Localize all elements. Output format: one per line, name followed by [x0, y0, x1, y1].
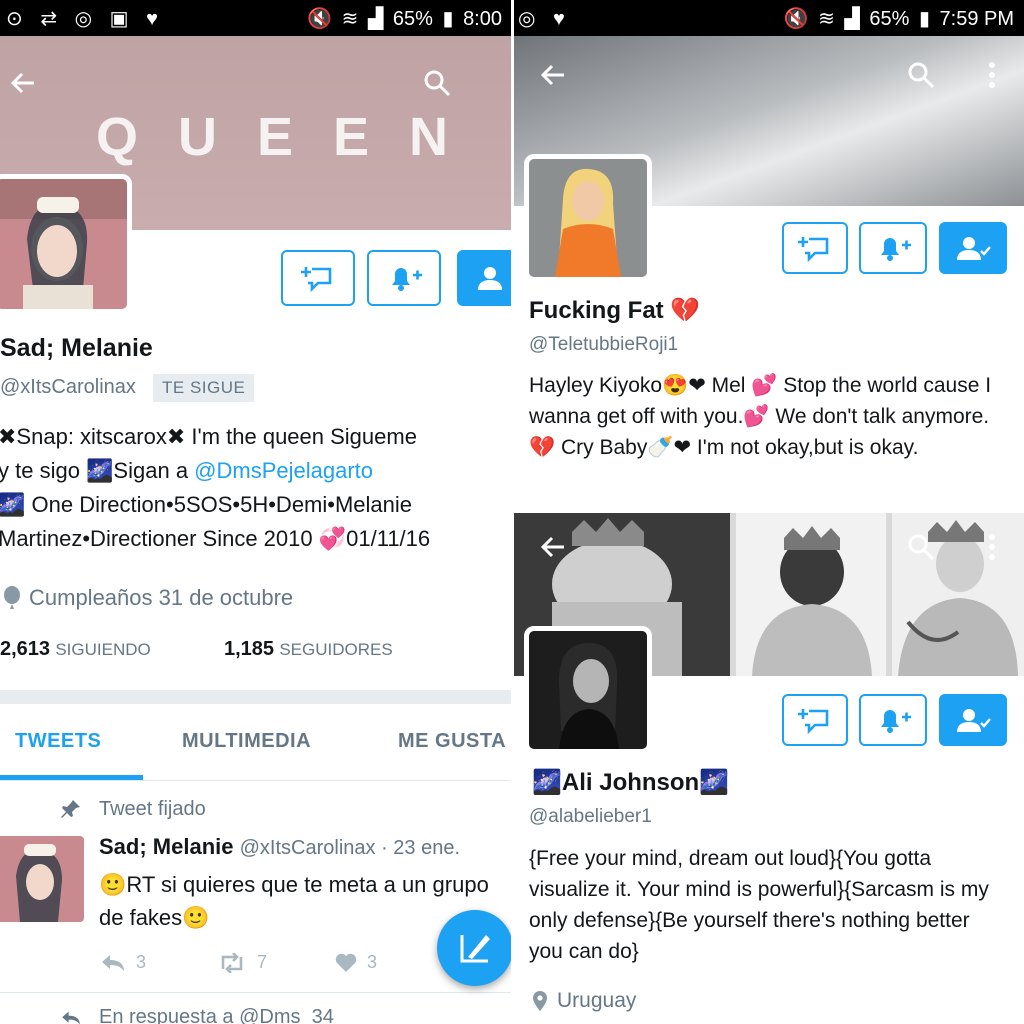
profile-handle: @alabelieber1: [529, 806, 652, 827]
back-arrow-icon[interactable]: [538, 60, 568, 90]
tab-multimedia[interactable]: MULTIMEDIA: [182, 730, 311, 753]
avatar[interactable]: [0, 174, 132, 314]
tweet-handle-date: @xItsCarolinax · 23 ene.: [239, 837, 461, 859]
bio-line: ✖Snap: xitscarox✖ I'm the queen Sigueme: [0, 424, 417, 449]
retweet-button[interactable]: [782, 694, 848, 746]
follows-you-badge: TE SIGUE: [153, 374, 255, 402]
heart-icon: [335, 953, 357, 972]
banner-text: QUEEN: [96, 107, 489, 167]
reply-icon: [102, 954, 124, 971]
retweet-count: 7: [257, 952, 268, 972]
divider: [0, 780, 512, 781]
retweet-button[interactable]: [782, 222, 848, 274]
retweet-action[interactable]: 7: [217, 952, 267, 973]
avatar[interactable]: [524, 626, 652, 754]
mute-icon: 🔇: [783, 8, 809, 30]
tweet-author[interactable]: Sad; Melanie @xItsCarolinax · 23 ene.: [99, 834, 460, 860]
status-bar: ◎ ♥ 🔇 ≋ ▟ 65% ▮ 7:59 PM: [512, 0, 1024, 36]
followers-number: 1,185: [224, 638, 275, 660]
back-arrow-icon[interactable]: [8, 68, 38, 98]
following-button[interactable]: [939, 694, 1007, 746]
search-icon[interactable]: [906, 60, 936, 90]
notification-icons: ⊙ ⇄ ◎ ▣ ♥: [6, 8, 164, 30]
bio-line: 🌌 One Direction•5SOS•5H•Demi•Melanie: [0, 492, 413, 517]
signal-icon: ▟: [844, 8, 860, 30]
followers-label: SEGUIDORES: [279, 640, 393, 659]
signal-icon: ▟: [367, 8, 384, 30]
compose-icon: [460, 935, 490, 963]
bio-line: Martinez•Directioner Since 2010 💞01/11/1…: [0, 526, 431, 551]
mention-link[interactable]: @DmsPejelagarto: [194, 458, 373, 483]
following-label: SIGUIENDO: [55, 640, 151, 659]
profile-bio: {Free your mind, dream out loud}{You got…: [529, 847, 989, 963]
reply-context-icon: [60, 1010, 82, 1024]
like-count: 3: [367, 952, 378, 972]
compose-tweet-button[interactable]: [437, 910, 512, 986]
profile-handle: @TeletubbieRoji1: [529, 334, 679, 355]
notifications-button[interactable]: [859, 222, 927, 274]
profile-handle: @xItsCarolinax: [0, 376, 136, 398]
following-count[interactable]: 2,613 SIGUIENDO: [0, 638, 151, 661]
reply-context: En respuesta a @Dms_34: [99, 1006, 334, 1024]
tab-likes[interactable]: ME GUSTA: [398, 730, 506, 753]
tab-tweets[interactable]: TWEETS: [15, 730, 101, 753]
followers-count[interactable]: 1,185 SEGUIDORES: [224, 638, 393, 661]
profile-screen-left: ⊙ ⇄ ◎ ▣ ♥ 🔇 ≋ ▟ 65% ▮ 8:00 QUEEN Sad; Me…: [0, 0, 512, 1024]
retweet-button[interactable]: [281, 250, 355, 306]
profile-bio: Hayley Kiyoko😍❤ Mel 💕 Stop the world cau…: [529, 374, 992, 459]
profile-screen-top-right: ◎ ♥ 🔇 ≋ ▟ 65% ▮ 7:59 PM Fucking Fat 💔 @T…: [512, 0, 1024, 512]
pin-icon: [60, 798, 82, 825]
status-right: 🔇 ≋ ▟ 65% ▮ 7:59 PM: [780, 6, 1014, 31]
wifi-icon: ≋: [341, 8, 359, 30]
profile-name: 🌌Ali Johnson🌌: [532, 769, 730, 796]
wifi-icon: ≋: [818, 8, 835, 30]
battery-level: 65%: [392, 8, 433, 30]
divider: [0, 992, 512, 993]
search-icon[interactable]: [422, 68, 452, 98]
tweet-text: 🙂RT si quieres que te meta a un grupo de…: [99, 872, 489, 930]
back-arrow-icon[interactable]: [538, 532, 568, 562]
more-options-icon[interactable]: [986, 532, 998, 562]
avatar[interactable]: [524, 154, 652, 282]
notifications-button[interactable]: [859, 694, 927, 746]
battery-level: 65%: [869, 8, 910, 30]
battery-icon: ▮: [918, 8, 930, 30]
tweet-author-name: Sad; Melanie: [99, 834, 234, 859]
like-action[interactable]: 3: [335, 952, 377, 973]
location-icon: [532, 990, 548, 1017]
profile-location: Uruguay: [557, 989, 637, 1012]
profile-bio: ✖Snap: xitscarox✖ I'm the queen Sigueme …: [0, 420, 512, 556]
notification-icons: ◎ ♥: [518, 8, 571, 30]
status-bar: ⊙ ⇄ ◎ ▣ ♥ 🔇 ≋ ▟ 65% ▮ 8:00: [0, 0, 512, 36]
notifications-button[interactable]: [367, 250, 441, 306]
panel-divider: [512, 509, 1024, 513]
profile-screen-bottom-right: 🌌Ali Johnson🌌 @alabelieber1 {Free your m…: [512, 512, 1024, 1024]
following-number: 2,613: [0, 638, 51, 660]
reply-count: 3: [136, 952, 147, 972]
pinned-label: Tweet fijado: [99, 798, 206, 820]
section-separator: [0, 690, 512, 704]
following-button[interactable]: [939, 222, 1007, 274]
reply-action[interactable]: 3: [100, 952, 146, 973]
profile-name: Sad; Melanie: [0, 334, 153, 362]
more-options-icon[interactable]: [986, 60, 998, 90]
battery-icon: ▮: [442, 8, 454, 30]
bio-text: y te sigo 🌌Sigan a: [0, 458, 195, 483]
retweet-icon: [221, 952, 243, 973]
mute-icon: 🔇: [307, 8, 333, 30]
birthday: Cumpleaños 31 de octubre: [29, 585, 294, 610]
bio-line: y te sigo 🌌Sigan a @DmsPejelagarto: [0, 454, 512, 488]
profile-name: Fucking Fat 💔: [529, 297, 701, 324]
status-right: 🔇 ≋ ▟ 65% ▮ 8:00: [303, 6, 502, 31]
search-icon[interactable]: [906, 532, 936, 562]
clock: 7:59 PM: [939, 8, 1014, 30]
following-button[interactable]: [457, 250, 512, 306]
tweet-avatar[interactable]: [0, 836, 84, 922]
balloon-icon: [2, 586, 22, 615]
clock: 8:00: [463, 8, 502, 30]
